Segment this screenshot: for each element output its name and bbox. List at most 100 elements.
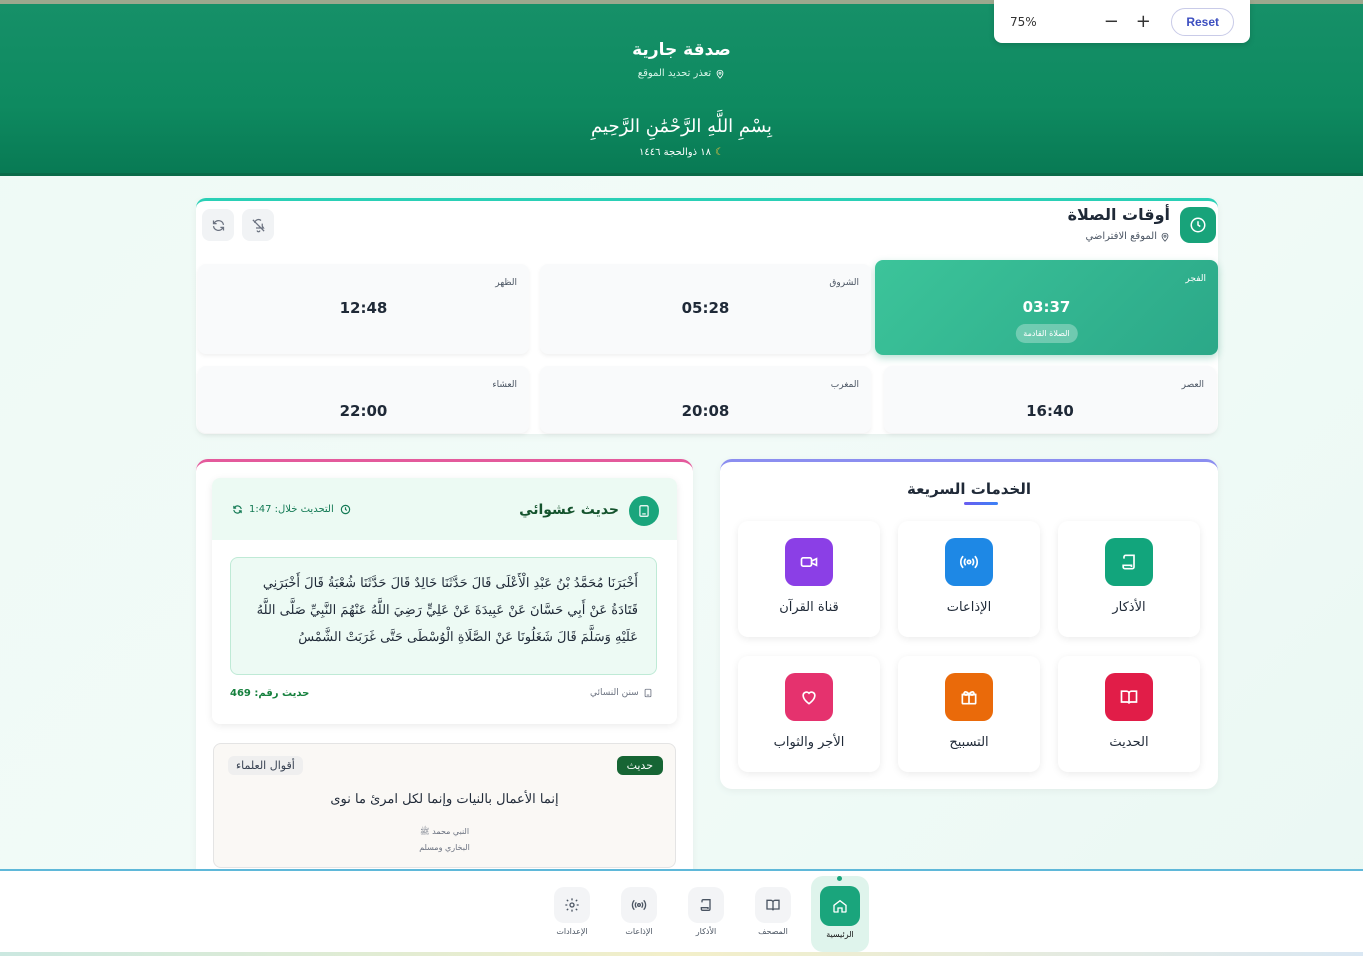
prayer-tile-asr: العصر 16:40 [884,366,1216,433]
basmala: بِسْمِ اللَّهِ الرَّحْمَٰنِ الرَّحِيمِ [591,116,772,137]
nav-adhkar[interactable]: الأذكار [680,885,732,951]
prayer-name: الفجر [1185,274,1206,284]
clock-icon [1180,207,1216,243]
prayer-name: الشروق [829,278,859,288]
prayer-time: 12:48 [339,299,388,317]
service-label: الإذاعات [946,600,992,615]
hadith-source-text: سنن النسائي [590,688,639,698]
service-adhkar[interactable]: الأذكار [1058,521,1200,637]
nav-label: المصحف [758,927,788,936]
radio-icon [621,887,657,923]
prayer-tile-isha: العشاء 22:00 [198,366,529,433]
prayer-times-title: أوقات الصلاة [1067,205,1170,224]
open-book-icon [1105,673,1153,721]
service-hadith[interactable]: الحديث [1058,656,1200,772]
nav-label: الرئيسية [826,930,854,939]
location-pin-icon [716,69,724,79]
title-underline [964,502,998,505]
service-label: قناة القرآن [779,600,839,615]
quote-source: البخاري ومسلم [419,843,470,852]
service-quran-channel[interactable]: قناة القرآن [738,521,880,637]
next-prayer-badge: الصلاة القادمة [1015,324,1078,343]
gear-icon [554,887,590,923]
quote-text: إنما الأعمال بالنيات وإنما لكل امرئ ما ن… [330,792,559,807]
active-indicator [837,876,842,881]
zoom-out-button[interactable]: − [1099,11,1123,32]
heart-icon [785,673,833,721]
prayer-time: 05:28 [681,299,730,317]
home-icon [820,886,860,926]
quote-author: النبي محمد ﷺ [419,827,470,836]
hijri-date: ١٨ ذوالحجة ١٤٤٦ ☾ [0,147,1363,158]
service-tasbeeh[interactable]: التسبيح [898,656,1040,772]
nav-home[interactable]: الرئيسية [811,876,869,952]
hadith-text: أَخْبَرَنَا مُحَمَّدُ بْنُ عَبْدِ الْأَع… [230,557,657,675]
nav-radio[interactable]: الإذاعات [613,885,665,951]
refresh-icon[interactable] [232,504,243,515]
quick-services-card: الخدمات السريعة الأذكار الإذاعات قناة ال… [720,459,1218,789]
book-icon [629,496,659,526]
scroll-icon [688,887,724,923]
nav-mushaf[interactable]: المصحف [747,885,799,951]
moon-icon: ☾ [715,147,724,158]
zoom-reset-button[interactable]: Reset [1171,7,1234,36]
refresh-icon [212,219,224,231]
prayer-times-card: أوقات الصلاة الموقع الافتراضي الفجر 03:3… [196,198,1218,434]
bottom-strip [0,952,1363,956]
nav-label: الأذكار [695,927,717,936]
prayer-location: الموقع الافتراضي [1086,231,1170,242]
service-label: الأذكار [1112,600,1146,615]
site-title: صدقة جارية [632,40,731,60]
prayer-time: 20:08 [681,402,730,420]
quick-services-title: الخدمات السريعة [906,480,1032,498]
service-label: الحديث [1109,735,1149,750]
service-rewards[interactable]: الأجر والثواب [738,656,880,772]
nav-settings[interactable]: الإعدادات [546,885,598,951]
scholars-quote-card: حديث أقوال العلماء إنما الأعمال بالنيات … [213,743,676,868]
refresh-button[interactable] [202,209,234,241]
service-label: التسبيح [949,735,989,750]
location-status-text: تعذر تحديد الموقع [637,68,712,79]
prayer-name: العصر [1181,380,1204,390]
scroll-icon [1105,538,1153,586]
hijri-date-text: ١٨ ذوالحجة ١٤٤٦ [639,147,711,158]
nav-label: الإذاعات [625,927,653,936]
prayer-time: 03:37 [1022,298,1071,316]
notifications-off-button[interactable] [242,209,274,241]
hadith-header: حديث عشوائي التحديث خلال: 1:47 [212,478,677,540]
prayer-tile-fajr: الفجر 03:37 الصلاة القادمة [875,260,1218,355]
clock-icon [340,504,350,515]
hadith-number: حديث رقم: 469 [230,688,310,699]
prayer-time: 16:40 [1026,402,1074,420]
refresh-timer-text: التحديث خلال: 1:47 [249,504,334,515]
gift-icon [945,673,993,721]
prayer-name: الظهر [495,278,517,288]
location-status: تعذر تحديد الموقع [0,68,1363,79]
service-radio[interactable]: الإذاعات [898,521,1040,637]
location-pin-icon [1161,232,1169,242]
bottom-navigation: الإعدادات الإذاعات الأذكار المصحف الرئيس… [0,869,1363,956]
random-hadith-card: حديث عشوائي التحديث خلال: 1:47 أَخْبَرَن… [212,478,677,724]
prayer-tile-sunrise: الشروق 05:28 [540,264,871,354]
book-icon [644,688,652,698]
radio-icon [945,538,993,586]
prayer-tile-dhuhr: الظهر 12:48 [198,264,529,354]
video-icon [785,538,833,586]
prayer-tile-maghrib: المغرب 20:08 [540,366,871,433]
prayer-name: المغرب [830,380,859,390]
prayer-time: 22:00 [339,402,388,420]
zoom-in-button[interactable]: + [1131,11,1155,32]
nav-label: الإعدادات [556,927,588,936]
hadith-title: حديث عشوائي [519,502,619,518]
quote-type-badge: حديث [616,756,663,775]
prayer-location-text: الموقع الافتراضي [1085,231,1157,242]
prayer-tools [202,209,274,241]
hadith-section: حديث عشوائي التحديث خلال: 1:47 أَخْبَرَن… [196,459,693,873]
zoom-level: 75% [1010,14,1037,29]
bell-off-icon [251,218,265,232]
open-book-icon [755,887,791,923]
quote-category-tag[interactable]: أقوال العلماء [228,756,303,775]
service-label: الأجر والثواب [773,735,845,750]
hadith-source: سنن النسائي [590,688,653,698]
zoom-control: 75% − + Reset [994,0,1250,43]
